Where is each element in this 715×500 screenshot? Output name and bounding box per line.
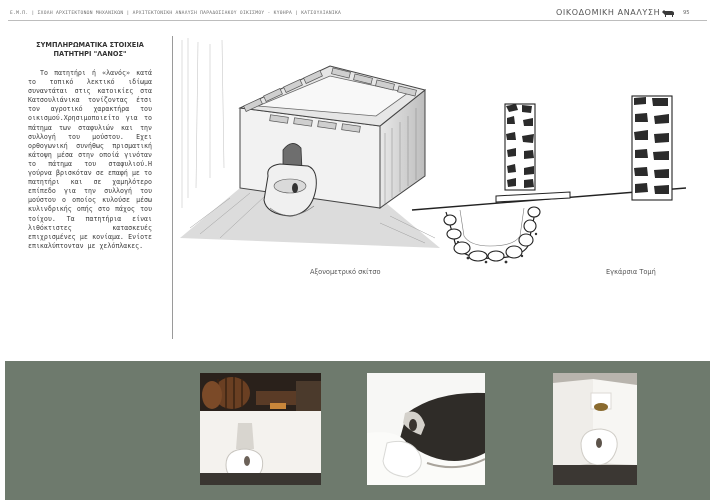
cross-section-drawing (411, 95, 686, 264)
donkey-icon (662, 10, 674, 17)
breadcrumb: Ε.Μ.Π. | ΣΧΟΛΗ ΑΡΧΙΤΕΚΤΟΝΩΝ ΜΗΧΑΝΙΚΩΝ | … (10, 11, 342, 16)
page-number: 95 (683, 10, 690, 16)
description-column: ΣΥΜΠΛΗΡΩΜΑΤΙΚΑ ΣΤΟΙΧΕΙΑ ΠΑΤΗΤΗΡΙ "ΛΑΝΟΣ"… (28, 41, 152, 251)
photo-interior-with-barrels (200, 373, 321, 485)
section-title: ΟΙΚΟΔΟΜΙΚΗ ΑΝΑΛΥΣΗ (556, 8, 661, 17)
axonometric-sketch (180, 38, 440, 248)
section-heading: ΣΥΜΠΛΗΡΩΜΑΤΙΚΑ ΣΤΟΙΧΕΙΑ ΠΑΤΗΤΗΡΙ "ΛΑΝΟΣ" (28, 41, 152, 59)
description-text: Το πατητήρι ή «λανός» κατά το τοπικό λεκ… (28, 69, 152, 250)
heading-line-2: ΠΑΤΗΤΗΡΙ "ΛΑΝΟΣ" (53, 50, 127, 58)
header-divider (8, 20, 707, 21)
axonometric-caption: Αξονομετρικό σκίτσο (310, 268, 381, 276)
page-header: Ε.Μ.Π. | ΣΧΟΛΗ ΑΡΧΙΤΕΚΤΟΝΩΝ ΜΗΧΑΝΙΚΩΝ | … (0, 0, 715, 22)
photo-wall-opening-detail (367, 373, 485, 485)
heading-line-1: ΣΥΜΠΛΗΡΩΜΑΤΙΚΑ ΣΤΟΙΧΕΙΑ (36, 41, 144, 49)
section-caption: Εγκάρσια Τομή (606, 268, 656, 276)
photo-winepress-corner (553, 373, 637, 485)
column-divider (172, 36, 173, 339)
